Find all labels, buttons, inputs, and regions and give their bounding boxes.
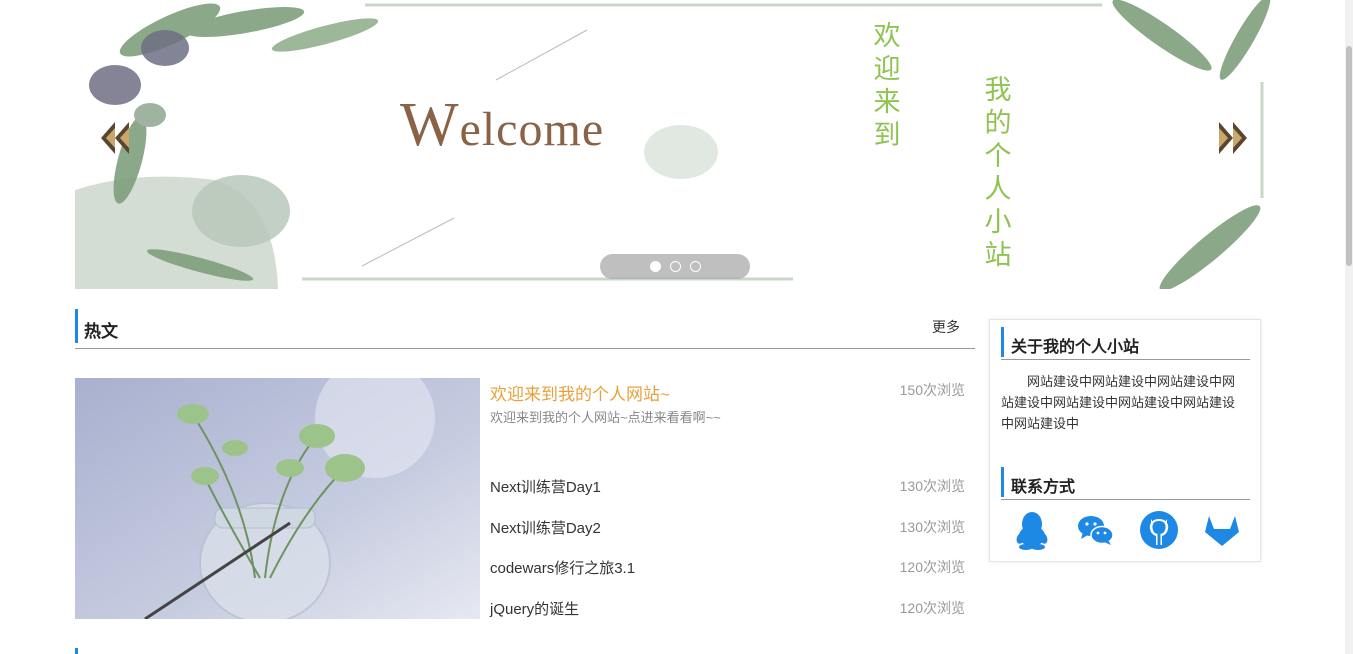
qq-icon[interactable] [1012, 510, 1052, 550]
featured-article-title[interactable]: 欢迎来到我的个人网站~ [490, 380, 670, 405]
contact-icons [1012, 510, 1242, 550]
gitlab-icon[interactable] [1202, 510, 1242, 550]
featured-article-desc: 欢迎来到我的个人网站~点进来看看啊~~ [490, 410, 721, 425]
hot-articles-section: 热文 更多 欢迎来到我的个人网站~ 欢迎来到我的个人网站~点进来看看啊~~ 15… [75, 309, 975, 619]
carousel-dot-3[interactable] [689, 261, 701, 272]
next-section-accent-bar [75, 648, 78, 654]
list-item[interactable]: codewars修行之旅3.1 120次浏览 [490, 557, 965, 581]
carousel-dot-2[interactable] [669, 261, 681, 272]
about-text: 网站建设中网站建设中网站建设中网站建设中网站建设中网站建设中网站建设中网站建设中 [1001, 374, 1236, 431]
hot-section-header: 热文 更多 [75, 309, 975, 349]
featured-article-image[interactable] [75, 378, 480, 619]
list-item[interactable]: jQuery的诞生 120次浏览 [490, 598, 965, 622]
hot-section-title: 热文 [84, 322, 118, 341]
github-icon[interactable] [1139, 510, 1179, 550]
page-scrollbar[interactable] [1345, 0, 1353, 654]
section-accent-bar [1001, 467, 1004, 497]
list-item[interactable]: Next训练营Day2 130次浏览 [490, 517, 965, 541]
list-item-title: Next训练营Day2 [490, 520, 601, 537]
about-header: 关于我的个人小站 [1001, 322, 1250, 360]
carousel-dot-1[interactable] [649, 261, 661, 272]
contact-header: 联系方式 [1001, 462, 1250, 500]
list-item-views: 130次浏览 [899, 519, 965, 535]
carousel-prev-arrow-icon[interactable] [97, 118, 137, 158]
contact-title: 联系方式 [1011, 479, 1076, 496]
list-item[interactable]: Next训练营Day1 130次浏览 [490, 476, 965, 500]
more-link[interactable]: 更多 [932, 317, 960, 337]
list-item-views: 120次浏览 [899, 559, 965, 575]
list-item-title: Next训练营Day1 [490, 479, 601, 496]
scrollbar-thumb[interactable] [1346, 46, 1352, 266]
list-item-views: 130次浏览 [899, 478, 965, 494]
wechat-icon[interactable] [1075, 510, 1115, 550]
carousel-next-arrow-icon[interactable] [1213, 118, 1253, 158]
section-accent-bar [75, 309, 78, 343]
featured-article-views: 150次浏览 [899, 382, 965, 398]
carousel-indicators [600, 254, 750, 279]
list-item-views: 120次浏览 [899, 600, 965, 616]
list-item-title: jQuery的诞生 [490, 601, 580, 618]
site-vertical-text: 我的个人小站 [984, 75, 1012, 271]
banner-carousel: Welcome 欢迎来到 我的个人小站 [75, 0, 1275, 289]
about-title: 关于我的个人小站 [1011, 339, 1140, 356]
welcome-vertical-text: 欢迎来到 [873, 21, 901, 151]
list-item-title: codewars修行之旅3.1 [490, 560, 636, 577]
welcome-heading: Welcome [400, 91, 605, 159]
banner-decoration [75, 0, 1271, 289]
section-accent-bar [1001, 327, 1004, 357]
sidebar-panel: 关于我的个人小站 网站建设中网站建设中网站建设中网站建设中网站建设中网站建设中网… [989, 319, 1261, 562]
